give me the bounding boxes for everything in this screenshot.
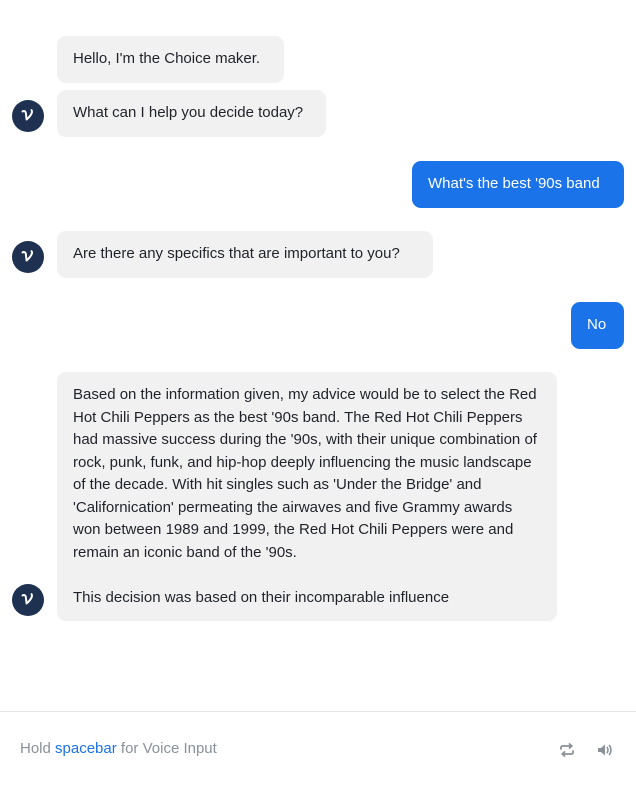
voiceflow-logo-icon <box>21 250 34 262</box>
voiceflow-logo-icon <box>21 109 34 121</box>
user-message-text: What's the best '90s band <box>428 175 600 192</box>
hint-suffix: for Voice Input <box>116 740 217 757</box>
hint-prefix: Hold <box>20 740 56 757</box>
bot-message-text: Based on the information given, my advic… <box>73 386 537 606</box>
bot-message: Based on the information given, my advic… <box>57 372 557 621</box>
bot-avatar <box>12 100 44 132</box>
bot-message-text: Are there any specifics that are importa… <box>73 245 400 262</box>
bot-avatar <box>12 241 44 273</box>
restart-icon <box>560 743 574 757</box>
voice-input-hint: Hold spacebar for Voice Input <box>20 740 217 757</box>
input-footer: Hold spacebar for Voice Input <box>0 711 636 787</box>
bot-message: What can I help you decide today? <box>57 90 326 137</box>
user-message: No <box>571 302 624 349</box>
chat-transcript: Hello, I'm the Choice maker. What can I … <box>0 0 636 711</box>
bot-avatar <box>12 584 44 616</box>
spacebar-key-label: spacebar <box>55 740 117 757</box>
restart-button[interactable] <box>556 739 578 761</box>
speaker-button[interactable] <box>594 739 616 761</box>
user-message: What's the best '90s band <box>412 161 624 208</box>
user-message-text: No <box>587 316 607 333</box>
bot-message-text: Hello, I'm the Choice maker. <box>73 50 261 67</box>
voiceflow-logo-icon <box>21 593 34 605</box>
bot-message-text: What can I help you decide today? <box>73 104 304 121</box>
bot-message: Are there any specifics that are importa… <box>57 231 433 278</box>
speaker-icon <box>598 744 612 756</box>
bot-message: Hello, I'm the Choice maker. <box>57 36 284 83</box>
